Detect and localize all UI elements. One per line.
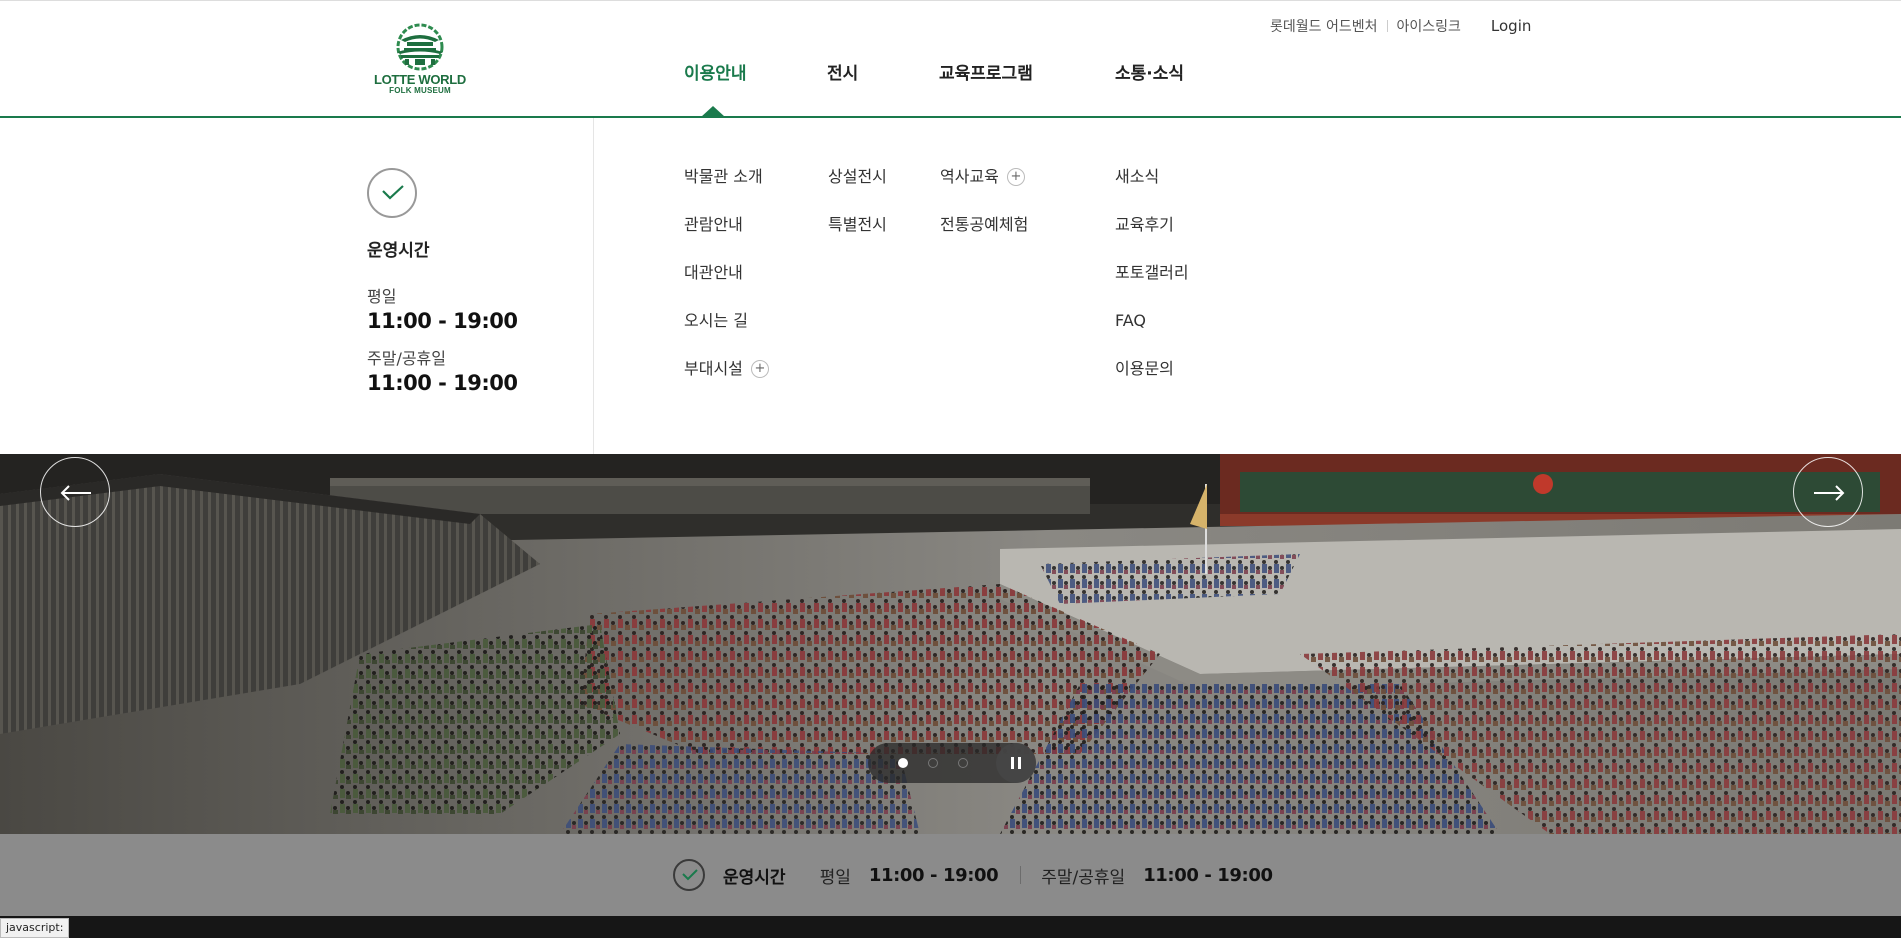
browser-status-bar: javascript:: [0, 918, 70, 938]
weekday-time: 11:00 - 19:00: [367, 309, 518, 333]
arrow-left-icon: [60, 485, 91, 501]
submenu-label: 새소식: [1115, 167, 1160, 186]
slide-dot-3[interactable]: [958, 758, 968, 768]
slide-dot-1[interactable]: [898, 758, 908, 768]
slider-controls: [868, 743, 1036, 783]
hours-info-bar: 운영시간 평일 11:00 - 19:00 주말/공휴일 11:00 - 19:…: [0, 834, 1901, 916]
submenu-item-special[interactable]: 특별전시: [828, 214, 887, 262]
arrow-right-icon: [1814, 485, 1845, 501]
weekend-time: 11:00 - 19:00: [367, 371, 518, 395]
submenu-label: 포토갤러리: [1115, 263, 1189, 282]
info-weekend-time: 11:00 - 19:00: [1143, 864, 1273, 886]
clock-check-icon: [367, 168, 417, 218]
submenu-label: 대관안내: [684, 263, 743, 282]
active-menu-caret-icon: [701, 106, 725, 117]
submenu-item-gallery[interactable]: 포토갤러리: [1115, 262, 1189, 310]
submenu-item-reviews[interactable]: 교육후기: [1115, 214, 1189, 262]
submenu-label: 관람안내: [684, 215, 743, 234]
submenu-label: 박물관 소개: [684, 167, 763, 186]
weekday-label: 평일: [367, 287, 397, 306]
submenu-label: 특별전시: [828, 215, 887, 234]
submenu-label: FAQ: [1115, 311, 1146, 330]
slide-next-button[interactable]: [1793, 457, 1863, 527]
site-logo[interactable]: LOTTE WORLD FOLK MUSEUM: [365, 23, 475, 101]
expand-plus-icon[interactable]: +: [750, 360, 769, 378]
hero-slider: [0, 454, 1901, 834]
gnb-item-exhibition[interactable]: 전시: [827, 59, 858, 84]
submenu-label: 이용문의: [1115, 359, 1174, 378]
util-link-lotteworld-adventure[interactable]: 롯데월드 어드벤처: [1270, 16, 1378, 36]
submenu-column-education: 역사교육 + 전통공예체험: [940, 166, 1028, 262]
submenu-label: 오시는 길: [684, 311, 748, 330]
submenu-item-news[interactable]: 새소식: [1115, 166, 1189, 214]
site-header: LOTTE WORLD FOLK MUSEUM 롯데월드 어드벤처 아이스링크 …: [0, 0, 1901, 118]
footer-strip: [0, 916, 1901, 938]
util-divider: [1386, 20, 1388, 32]
slide-dot-2[interactable]: [928, 758, 938, 768]
info-divider: [1020, 866, 1022, 884]
submenu-item-craft[interactable]: 전통공예체험: [940, 214, 1028, 262]
util-link-icerink[interactable]: 아이스링크: [1397, 16, 1461, 36]
mega-menu-divider: [593, 118, 594, 454]
info-weekday-time: 11:00 - 19:00: [868, 864, 999, 886]
submenu-label: 상설전시: [828, 167, 887, 186]
logo-subtext: FOLK MUSEUM: [389, 86, 451, 95]
museum-logo-icon: [396, 23, 444, 71]
info-weekday-label: 평일: [819, 867, 851, 888]
login-link[interactable]: Login: [1491, 17, 1531, 35]
slide-prev-button[interactable]: [40, 457, 110, 527]
gnb-item-community[interactable]: 소통·소식: [1115, 59, 1184, 84]
submenu-item-inquiry[interactable]: 이용문의: [1115, 358, 1189, 406]
submenu-column-exhibition: 상설전시 특별전시: [828, 166, 887, 262]
submenu-item-rental[interactable]: 대관안내: [684, 262, 769, 310]
submenu-label: 교육후기: [1115, 215, 1174, 234]
gnb-item-guide[interactable]: 이용안내: [684, 59, 747, 84]
hours-panel: 운영시간 평일 11:00 - 19:00 주말/공휴일 11:00 - 19:…: [367, 168, 567, 395]
submenu-label: 전통공예체험: [940, 215, 1029, 234]
submenu-item-permanent[interactable]: 상설전시: [828, 166, 887, 214]
submenu-label: 부대시설: [684, 359, 743, 378]
info-hours-title: 운영시간: [723, 867, 786, 888]
expand-plus-icon[interactable]: +: [1006, 168, 1025, 186]
hours-info-content: 운영시간 평일 11:00 - 19:00 주말/공휴일 11:00 - 19:…: [673, 857, 1273, 893]
clock-check-icon: [673, 859, 705, 891]
pause-icon: [1011, 757, 1014, 769]
submenu-item-history-edu[interactable]: 역사교육 +: [940, 166, 1028, 214]
info-weekend-label: 주말/공휴일: [1041, 867, 1126, 888]
utility-nav: 롯데월드 어드벤처 아이스링크 Login: [1270, 16, 1531, 36]
submenu-item-museum-intro[interactable]: 박물관 소개: [684, 166, 769, 214]
pause-button[interactable]: [996, 743, 1036, 783]
submenu-column-guide: 박물관 소개 관람안내 대관안내 오시는 길 부대시설 +: [684, 166, 769, 406]
pause-icon-bar: [1018, 757, 1021, 769]
mega-menu: 운영시간 평일 11:00 - 19:00 주말/공휴일 11:00 - 19:…: [0, 118, 1901, 454]
gnb-item-education[interactable]: 교육프로그램: [939, 59, 1033, 84]
submenu-item-directions[interactable]: 오시는 길: [684, 310, 769, 358]
submenu-item-visit-guide[interactable]: 관람안내: [684, 214, 769, 262]
hours-title: 운영시간: [367, 241, 430, 261]
submenu-item-facilities[interactable]: 부대시설 +: [684, 358, 769, 406]
submenu-column-community: 새소식 교육후기 포토갤러리 FAQ 이용문의: [1115, 166, 1189, 406]
submenu-item-faq[interactable]: FAQ: [1115, 310, 1189, 358]
logo-text: LOTTE WORLD: [373, 72, 467, 87]
weekend-label: 주말/공휴일: [367, 349, 446, 368]
submenu-label: 역사교육: [940, 167, 999, 186]
